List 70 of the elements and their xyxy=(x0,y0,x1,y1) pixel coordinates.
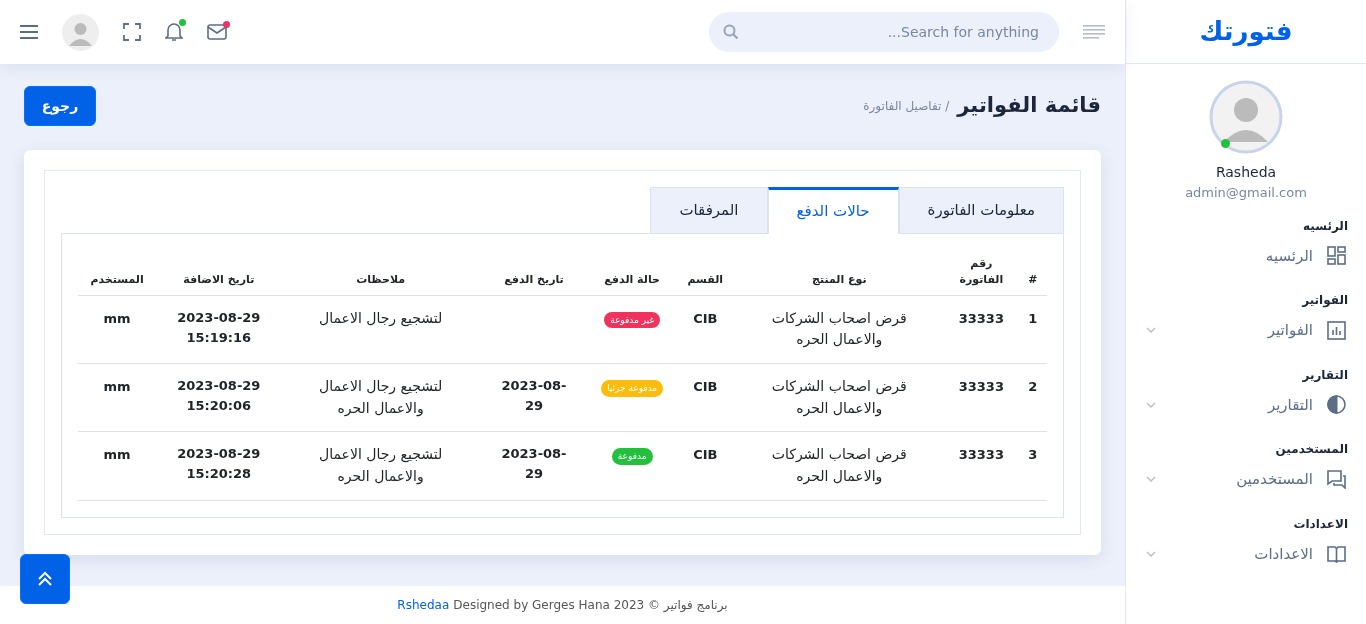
column-header: رقم الفاتورة xyxy=(958,255,1005,288)
table-cell-text: mm xyxy=(103,377,131,396)
table-cell-text: 3 xyxy=(1028,446,1038,465)
column-header: المستخدم xyxy=(90,273,144,286)
table-cell-text: CIB xyxy=(693,309,718,328)
sidebar-item[interactable]: الاعدادات xyxy=(1126,532,1366,575)
author-link[interactable]: Rshedaa xyxy=(397,596,450,614)
table-cell-text: لتشجيع رجال الاعمال والاعمال الحره xyxy=(318,445,444,487)
status-badge: مدفوعة xyxy=(611,448,653,466)
status-badge: غير مدفوعة xyxy=(604,311,661,329)
sidebar-item[interactable]: الرئسيه xyxy=(1126,234,1366,277)
table-cell-text: 33333 xyxy=(958,377,1004,396)
table-cell-text: 2023-08-29 15:20:28 xyxy=(176,445,262,484)
bar-chart-icon xyxy=(1327,320,1346,340)
search-icon xyxy=(723,24,739,40)
table-cell-text: 2 xyxy=(1028,377,1038,396)
brand-logo[interactable]: فتورتك xyxy=(1199,12,1293,51)
sidebar-item[interactable]: الفواتير xyxy=(1126,309,1366,352)
table-cell-text: 33333 xyxy=(958,309,1004,328)
table-cell-text: 2023-08-29 15:20:06 xyxy=(176,376,262,415)
chat-icon xyxy=(1327,469,1346,489)
table-cell-text: CIB xyxy=(693,377,718,396)
footer-text: Designed by Gerges Hana 2023 © برنامج فواتير xyxy=(453,597,728,614)
tab[interactable]: المرفقات xyxy=(650,187,768,234)
tab[interactable]: حالات الدفع xyxy=(767,187,899,234)
section-heading: الفواتير xyxy=(1300,292,1349,309)
back-button[interactable]: رجوع xyxy=(24,86,96,126)
pie-chart-icon xyxy=(1327,395,1346,415)
status-badge: مدفوعة جزئيا xyxy=(601,379,664,397)
chevrons-up-icon xyxy=(36,570,54,588)
column-header: ملاحظات xyxy=(356,273,406,286)
scroll-top-button[interactable] xyxy=(20,554,70,604)
search-field[interactable]: ...Search for anything xyxy=(709,12,1059,52)
table-cell-text: قرض اصحاب الشركات والاعمال الحره xyxy=(770,308,908,350)
table-cell-text: mm xyxy=(103,446,131,465)
table-cell-text: 2023-08-29 xyxy=(500,376,568,415)
column-header: حالة الدفع xyxy=(604,273,660,286)
tab[interactable]: معلومات الفاتورة xyxy=(898,187,1064,234)
sidebar-item[interactable]: التقارير xyxy=(1126,383,1366,426)
sidebar-item[interactable]: المستخدمين xyxy=(1126,458,1366,501)
column-header: نوع المنتج xyxy=(812,273,867,286)
mail-icon[interactable] xyxy=(207,24,227,40)
table-cell-text: mm xyxy=(103,309,131,328)
breadcrumb-link[interactable]: / تفاصيل الفاتورة xyxy=(863,97,950,115)
book-icon xyxy=(1327,544,1346,564)
table-cell-text: 2023-08-29 15:19:16 xyxy=(176,308,262,347)
column-header: # xyxy=(1028,273,1038,286)
user-name: Rasheda xyxy=(1215,163,1277,182)
avatar-icon xyxy=(1209,80,1283,154)
column-header: تاريخ الدفع xyxy=(504,273,564,286)
table-cell-text: لتشجيع رجال الاعمال والاعمال الحره xyxy=(318,376,444,419)
table-cell-text: لتشجيع رجال الاعمال xyxy=(319,308,443,329)
section-heading: الرئسيه xyxy=(1302,217,1349,235)
table-cell-text: 2023-08-29 xyxy=(500,445,568,484)
menu-icon[interactable] xyxy=(20,25,38,39)
column-header: تاريخ الاضافة xyxy=(183,273,255,286)
table-cell-text: قرض اصحاب الشركات والاعمال الحره xyxy=(770,376,908,419)
table-cell-text: 33333 xyxy=(958,446,1004,465)
bell-icon[interactable] xyxy=(165,22,183,42)
section-heading: الاعدادات xyxy=(1292,515,1349,533)
page-title: قائمة الفواتير xyxy=(957,92,1101,120)
table-cell-text: قرض اصحاب الشركات والاعمال الحره xyxy=(770,445,908,487)
table-cell-text: CIB xyxy=(693,446,718,465)
section-heading: المستخدمين xyxy=(1274,441,1349,458)
dashboard-icon xyxy=(1327,246,1346,266)
column-header: القسم xyxy=(687,273,724,286)
fullscreen-icon[interactable] xyxy=(123,23,141,41)
user-email: admin@gmail.com xyxy=(1185,184,1307,202)
section-heading: التقارير xyxy=(1301,366,1349,384)
table-cell-text: 1 xyxy=(1028,309,1038,328)
